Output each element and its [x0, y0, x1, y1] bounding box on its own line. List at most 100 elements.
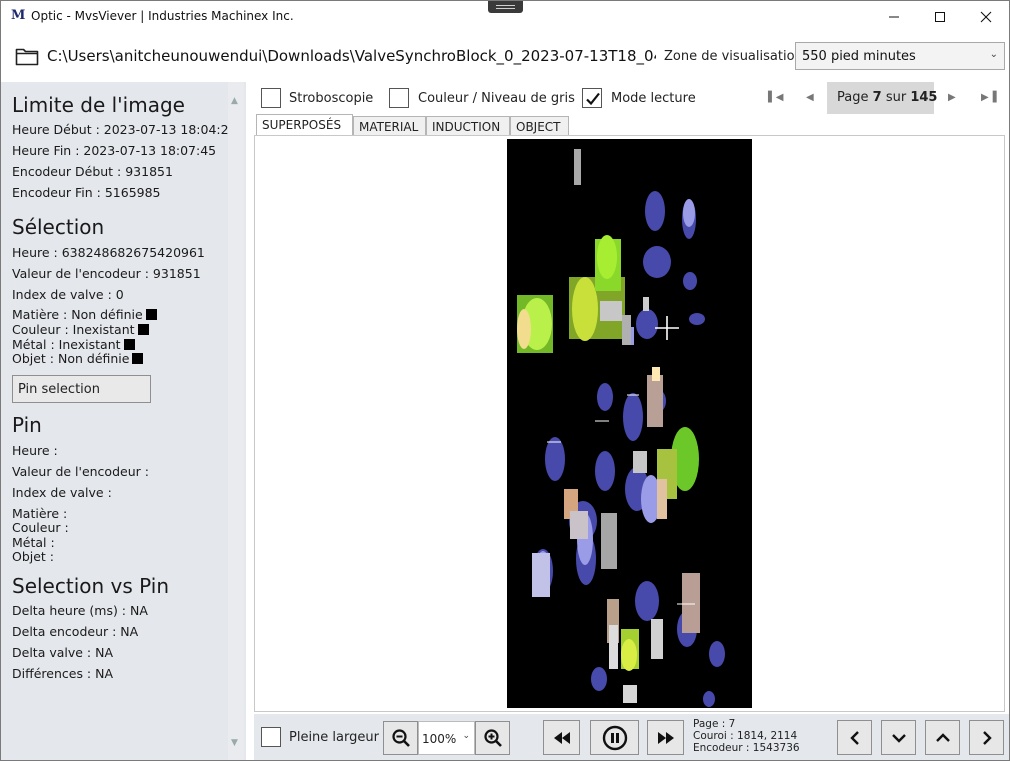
arrow-down-icon	[891, 733, 906, 743]
pin-index: Index de valve :	[12, 485, 112, 500]
valve-image[interactable]	[507, 139, 752, 708]
page-total: 145	[910, 90, 938, 105]
title-bar[interactable]: M Optic - MvsViever | Industries Machine…	[1, 1, 1009, 32]
arrow-right-icon	[982, 730, 992, 745]
fast-forward-button[interactable]	[647, 720, 684, 755]
page-sep: sur	[885, 90, 907, 105]
selection-objet-text: Objet : Non définie	[12, 351, 130, 366]
info-page: Page : 7	[693, 718, 736, 730]
pin-couleur: Couleur :	[12, 520, 69, 535]
selection-couleur: Couleur : Inexistant	[12, 322, 149, 337]
scroll-up-icon[interactable]: ▲	[231, 96, 238, 106]
section-title-pin: Pin	[12, 413, 42, 437]
zoom-out-icon	[391, 729, 410, 747]
valve-image-canvas	[517, 149, 725, 707]
arrow-up-icon	[935, 732, 950, 742]
selection-objet: Objet : Non définie	[12, 351, 144, 366]
drag-grip-icon[interactable]	[488, 1, 523, 13]
info-panel: Limite de l'image Heure Début : 2023-07-…	[1, 82, 246, 760]
pin-matiere: Matière :	[12, 506, 68, 521]
chevron-down-icon: ⌄	[989, 49, 998, 60]
selection-heure: Heure : 638248682675420961	[12, 245, 205, 260]
prev-page-icon[interactable]: ◀	[806, 92, 814, 103]
zoom-out-button[interactable]	[383, 721, 418, 755]
zoom-select[interactable]: 100% ⌄	[418, 721, 475, 755]
page-current: 7	[872, 90, 882, 105]
last-page-icon[interactable]: ▶▐	[981, 92, 996, 103]
pin-selection-button[interactable]: Pin selection	[12, 375, 151, 403]
differences: Différences : NA	[12, 666, 114, 681]
matiere-color-swatch	[145, 309, 157, 320]
tab-object[interactable]: OBJECT	[510, 116, 569, 136]
zoom-in-icon	[483, 729, 502, 747]
rewind-button[interactable]	[543, 720, 580, 755]
tab-material[interactable]: MATERIAL	[353, 116, 426, 136]
move-down-button[interactable]	[881, 720, 916, 755]
move-up-button[interactable]	[925, 720, 960, 755]
selection-couleur-text: Couleur : Inexistant	[12, 322, 135, 337]
delta-encodeur: Delta encodeur : NA	[12, 624, 139, 639]
app-logo: M	[11, 8, 26, 23]
image-viewer[interactable]	[254, 135, 1005, 712]
selection-matiere-text: Matière : Non définie	[12, 307, 143, 322]
pin-heure: Heure :	[12, 443, 58, 458]
position-info: Page : 7 Couroi : 1814, 2114 Encodeur : …	[693, 718, 800, 754]
pin-encodeur: Valeur de l'encodeur :	[12, 464, 149, 479]
delta-valve: Delta valve : NA	[12, 645, 114, 660]
minimize-button[interactable]	[871, 1, 917, 32]
path-bar: C:\Users\anitcheunouwendui\Downloads\Val…	[1, 32, 1009, 82]
encodeur-fin: Encodeur Fin : 5165985	[12, 185, 161, 200]
selection-metal-text: Métal : Inexistant	[12, 337, 121, 352]
pause-icon	[602, 725, 627, 750]
pleine-largeur-label: Pleine largeur	[289, 730, 379, 745]
folder-icon[interactable]	[15, 46, 39, 66]
stroboscopie-checkbox[interactable]	[261, 88, 281, 108]
section-title-selection-vs-pin: Selection vs Pin	[12, 574, 169, 598]
metal-color-swatch	[123, 339, 135, 350]
tab-induction[interactable]: INDUCTION	[426, 116, 510, 136]
info-encodeur: Encodeur : 1543736	[693, 742, 800, 754]
move-right-button[interactable]	[969, 720, 1004, 755]
scroll-down-icon[interactable]: ▼	[231, 738, 238, 748]
page-indicator: Page 7 sur 145	[827, 82, 938, 114]
checkmark-icon	[586, 92, 600, 106]
mode-lecture-label: Mode lecture	[611, 91, 696, 106]
heure-fin: Heure Fin : 2023-07-13 18:07:45	[12, 143, 217, 158]
pause-button[interactable]	[590, 720, 639, 755]
view-tabs: SUPERPOSÉS MATERIAL INDUCTION OBJECT	[254, 114, 1009, 136]
encodeur-debut: Encodeur Début : 931851	[12, 164, 173, 179]
file-path: C:\Users\anitcheunouwendui\Downloads\Val…	[47, 47, 656, 65]
app-window: M Optic - MvsViever | Industries Machine…	[0, 0, 1010, 761]
rewind-icon	[553, 731, 570, 744]
zone-select-value: 550 pied minutes	[802, 49, 916, 64]
selection-metal: Métal : Inexistant	[12, 337, 135, 352]
zone-label: Zone de visualisation	[664, 49, 803, 64]
info-panel-scrollbar[interactable]: ▲ ▼	[228, 82, 244, 760]
fast-forward-icon	[657, 731, 674, 744]
next-page-icon[interactable]: ▶	[948, 92, 956, 103]
heure-debut: Heure Début : 2023-07-13 18:04:27	[12, 122, 237, 137]
maximize-button[interactable]	[917, 1, 963, 32]
couleur-checkbox[interactable]	[389, 88, 409, 108]
pin-objet: Objet :	[12, 549, 55, 564]
zone-select[interactable]: 550 pied minutes ⌄	[795, 42, 1005, 70]
couleur-label: Couleur / Niveau de gris	[418, 91, 575, 106]
zoom-in-button[interactable]	[475, 721, 510, 755]
move-left-button[interactable]	[837, 720, 872, 755]
section-title-selection: Sélection	[12, 215, 105, 239]
chevron-down-icon: ⌄	[462, 731, 470, 741]
delta-heure: Delta heure (ms) : NA	[12, 603, 148, 618]
viewer-toolbar: Stroboscopie Couleur / Niveau de gris Mo…	[254, 82, 1009, 114]
maximize-icon	[935, 11, 945, 22]
pin-metal: Métal :	[12, 535, 55, 550]
mode-lecture-checkbox[interactable]	[582, 88, 602, 108]
crosshair-icon	[655, 316, 679, 340]
section-title-limite: Limite de l'image	[12, 93, 185, 117]
window-title: Optic - MvsViever | Industries Machinex …	[31, 9, 294, 23]
pleine-largeur-checkbox[interactable]	[261, 727, 281, 747]
selection-index: Index de valve : 0	[12, 287, 124, 302]
close-button[interactable]	[963, 1, 1009, 32]
first-page-icon[interactable]: ▌◀	[768, 92, 783, 103]
tab-superposes[interactable]: SUPERPOSÉS	[256, 114, 353, 136]
selection-encodeur: Valeur de l'encodeur : 931851	[12, 266, 201, 281]
